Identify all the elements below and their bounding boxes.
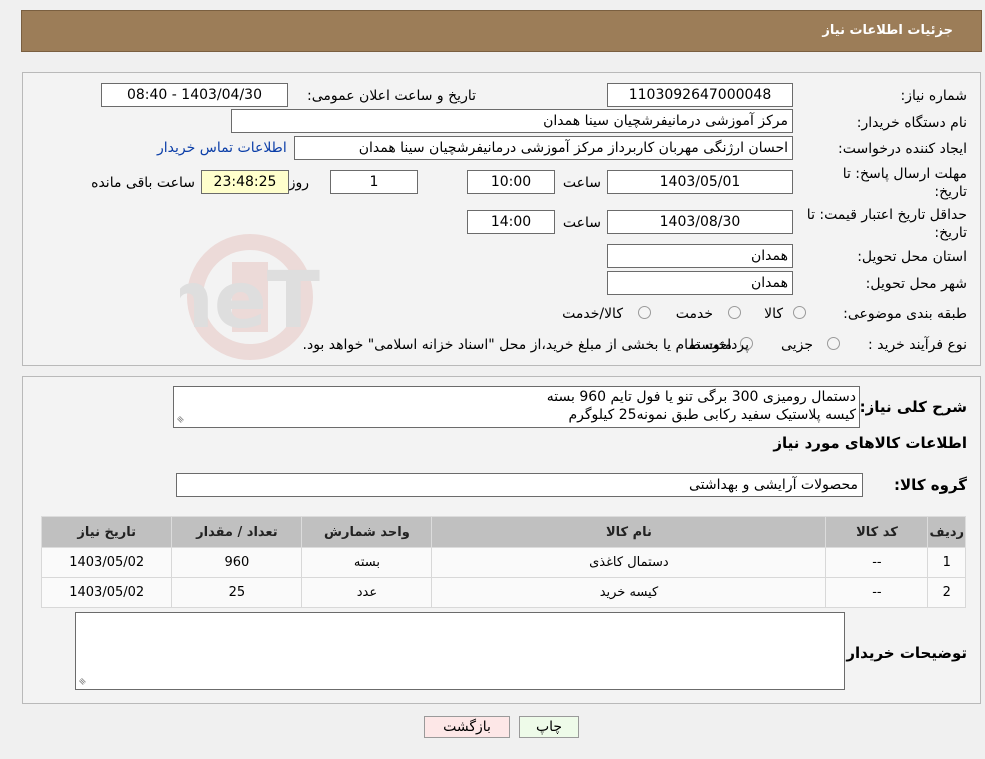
resize-grip-icon[interactable]: ≡	[76, 676, 88, 688]
process-minor-radio[interactable]	[827, 337, 840, 350]
treasury-note: پرداخت تمام یا بخشی از مبلغ خرید،از محل …	[302, 337, 749, 353]
deadline-date-field: 1403/05/01	[607, 170, 793, 194]
process-minor-label: جزیی	[781, 337, 813, 353]
page-title: جزئیات اطلاعات نیاز	[822, 23, 953, 38]
col-code-header: کد کالا	[825, 516, 929, 548]
deadline-time-field: 10:00	[467, 170, 555, 194]
buyer-org-field: مرکز آموزشی درمانیفرشچیان سینا همدان	[231, 109, 793, 133]
category-both-radio[interactable]	[638, 306, 651, 319]
cell-code: --	[825, 577, 929, 608]
remaining-label: ساعت باقی مانده	[91, 175, 195, 191]
goods-group-label: گروه کالا:	[894, 476, 967, 494]
summary-line-2: کیسه پلاستیک سفید رکابی طبق نمونه25 کیلو…	[568, 407, 857, 423]
col-row-header: ردیف	[927, 516, 966, 548]
province-field: همدان	[607, 244, 793, 268]
table-row: 2 -- کیسه خرید عدد 25 1403/05/02	[40, 577, 966, 608]
category-label: طبقه بندی موضوعی:	[843, 306, 967, 322]
resize-grip-icon[interactable]: ≡	[174, 414, 186, 426]
summary-line-1: دستمال رومیزی 300 برگی تنو یا فول تایم 9…	[546, 389, 856, 405]
col-date-header: تاریخ نیاز	[40, 516, 173, 548]
cell-unit: بسته	[301, 547, 433, 578]
col-qty-header: تعداد / مقدار	[171, 516, 303, 548]
table-row: 1 -- دستمال کاغذی بسته 960 1403/05/02	[40, 547, 966, 578]
validity-date-field: 1403/08/30	[607, 210, 793, 234]
category-service-label: خدمت	[675, 306, 713, 322]
cell-date: 1403/05/02	[40, 547, 173, 578]
cell-date: 1403/05/02	[40, 577, 173, 608]
deadline-time-label: ساعت	[562, 175, 601, 191]
remaining-days-field: 1	[330, 170, 418, 194]
city-field: همدان	[607, 271, 793, 295]
table-header-row: ردیف کد کالا نام کالا واحد شمارش تعداد /…	[40, 516, 966, 548]
category-goods-radio[interactable]	[793, 306, 806, 319]
validity-time-label: ساعت	[562, 215, 601, 231]
announce-label: تاریخ و ساعت اعلان عمومی:	[307, 88, 476, 104]
cell-qty: 25	[171, 577, 303, 608]
cell-name: دستمال کاغذی	[431, 547, 827, 578]
summary-textarea[interactable]: دستمال رومیزی 300 برگی تنو یا فول تایم 9…	[173, 386, 860, 428]
need-number-field: 1103092647000048	[607, 83, 793, 107]
buyer-notes-label: توضیحات خریدار:	[840, 644, 967, 662]
cell-unit: عدد	[301, 577, 433, 608]
col-unit-header: واحد شمارش	[301, 516, 433, 548]
summary-label: شرح کلی نیاز:	[859, 398, 967, 416]
process-label: نوع فرآیند خرید :	[868, 337, 967, 353]
buyer-org-label: نام دستگاه خریدار:	[856, 115, 967, 131]
buyer-notes-textarea[interactable]: ≡	[75, 612, 845, 690]
validity-time-field: 14:00	[467, 210, 555, 234]
category-both-label: کالا/خدمت	[562, 306, 623, 322]
need-number-label: شماره نیاز:	[900, 88, 968, 104]
cell-code: --	[825, 547, 929, 578]
remaining-time-field: 23:48:25	[201, 170, 289, 194]
province-label: استان محل تحویل:	[857, 249, 967, 265]
goods-table: ردیف کد کالا نام کالا واحد شمارش تعداد /…	[40, 516, 966, 608]
goods-info-title: اطلاعات کالاهای مورد نیاز	[773, 434, 967, 452]
page-header: جزئیات اطلاعات نیاز	[21, 10, 982, 52]
watermark-text: AriaTender.neT	[180, 256, 320, 346]
category-goods-label: کالا	[764, 306, 783, 322]
print-button[interactable]: چاپ	[519, 716, 579, 738]
cell-name: کیسه خرید	[431, 577, 827, 608]
city-label: شهر محل تحویل:	[865, 276, 967, 292]
col-name-header: نام کالا	[431, 516, 827, 548]
validity-label-2: تاریخ:	[934, 225, 967, 241]
goods-group-field: محصولات آرایشی و بهداشتی	[176, 473, 863, 497]
cell-row: 2	[927, 577, 966, 608]
back-button[interactable]: بازگشت	[424, 716, 510, 738]
creator-field: احسان ارژنگی مهربان کاربرداز مرکز آموزشی…	[294, 136, 793, 160]
buyer-contact-link[interactable]: اطلاعات تماس خریدار	[157, 140, 287, 156]
validity-label: حداقل تاریخ اعتبار قیمت: تا	[806, 207, 967, 223]
cell-row: 1	[927, 547, 966, 578]
category-service-radio[interactable]	[728, 306, 741, 319]
creator-label: ایجاد کننده درخواست:	[838, 141, 967, 157]
announce-datetime-field: 1403/04/30 - 08:40	[101, 83, 288, 107]
deadline-label: مهلت ارسال پاسخ: تا	[842, 166, 967, 182]
cell-qty: 960	[171, 547, 303, 578]
deadline-label-2: تاریخ:	[934, 184, 967, 200]
